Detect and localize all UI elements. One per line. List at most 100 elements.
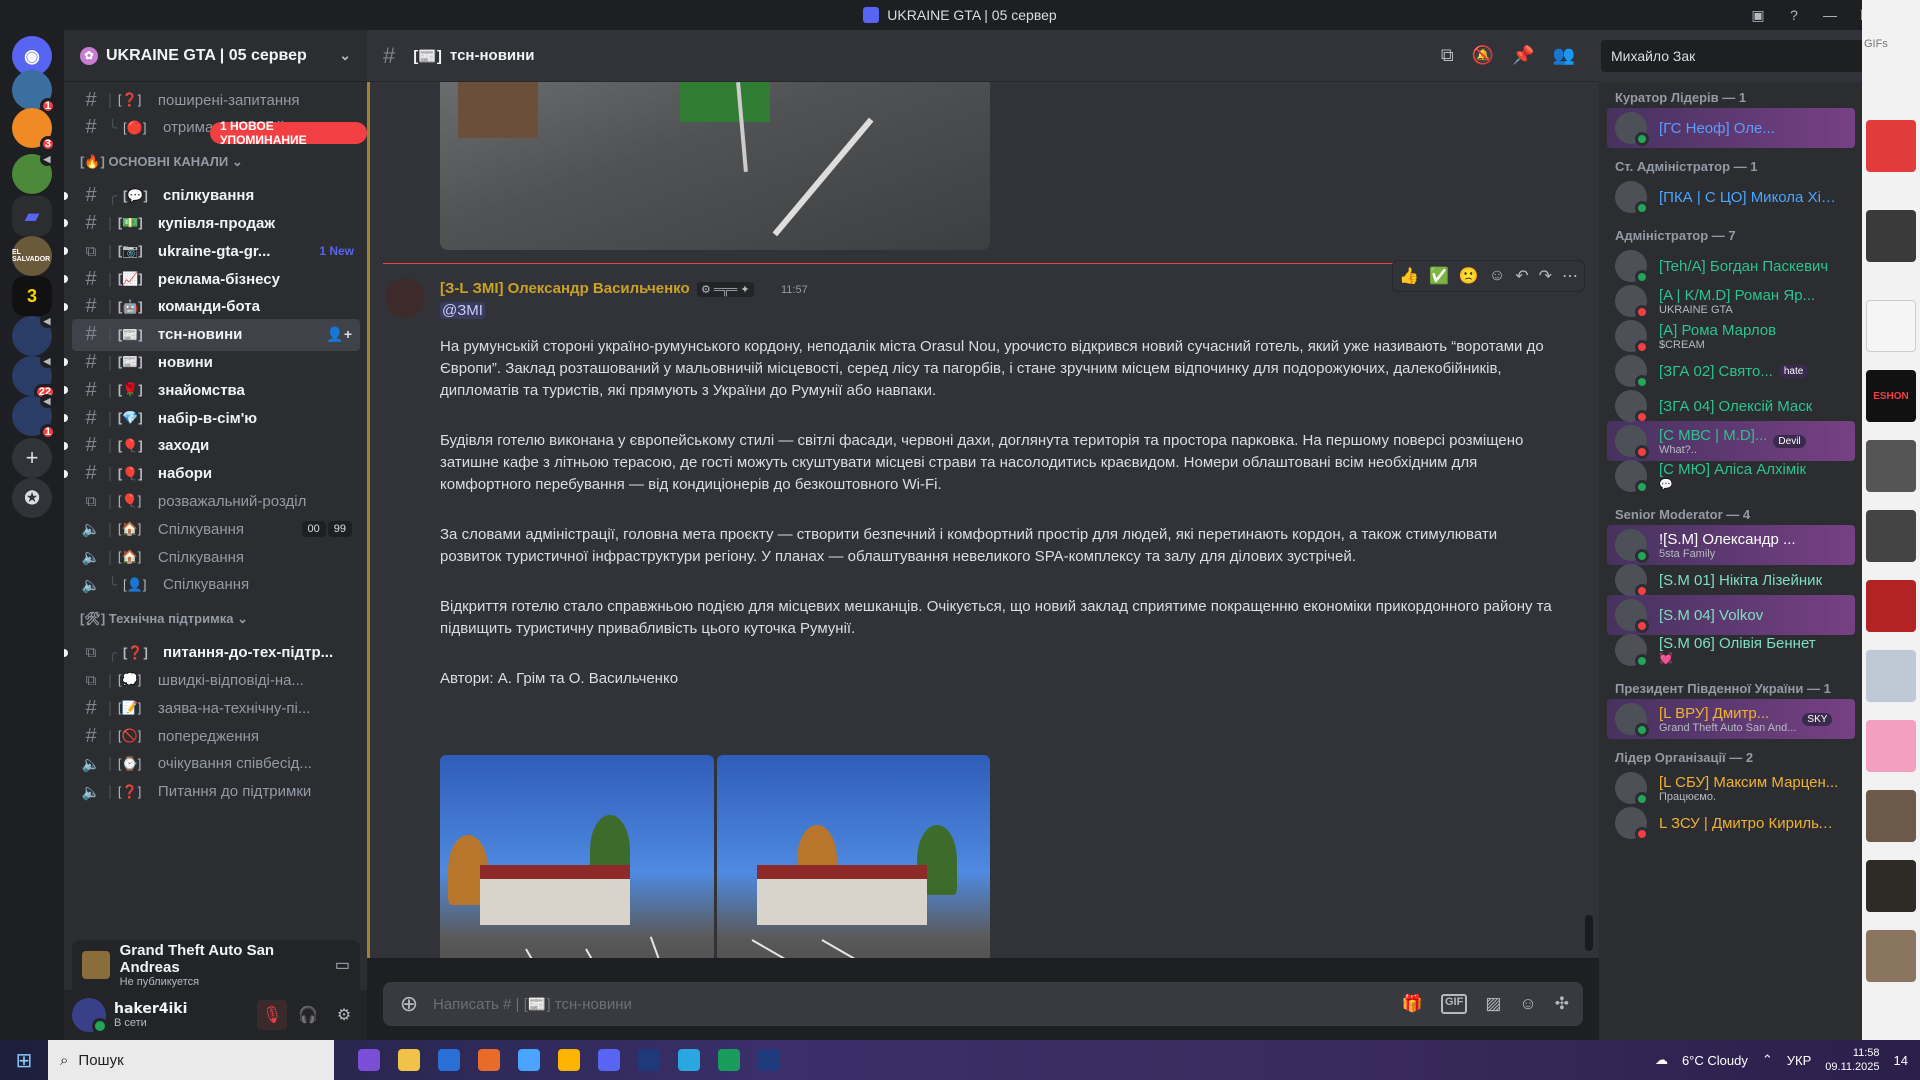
attachment-image-previous[interactable] [440, 82, 990, 250]
new-mention-pill[interactable]: 1 НОВОЕ УПОМИНАНИЕ [210, 119, 367, 147]
member-item[interactable]: [Teh/A] Богдан Паскевич [1607, 246, 1855, 286]
gift-icon[interactable]: 🎁 [1402, 994, 1423, 1014]
search-input[interactable]: Михайло Зак ✕ [1601, 40, 1901, 72]
message-author[interactable]: [З-L ЗМІ] Олександр Васильченко [440, 280, 690, 297]
threads-icon[interactable]: ⧉ [1441, 45, 1454, 66]
edge-icon[interactable] [718, 1049, 740, 1071]
gif-icon[interactable]: GIF [1440, 994, 1468, 1014]
server-icon-9[interactable]: ◀ 1 [12, 394, 56, 440]
sticker-icon[interactable]: ▨ [1485, 994, 1501, 1014]
app-icon[interactable] [758, 1049, 780, 1071]
more-icon[interactable]: ⋯ [1562, 266, 1578, 286]
add-user-icon[interactable]: 👤+ [326, 326, 352, 343]
chevron-up-icon[interactable]: ⌃ [1762, 1052, 1773, 1068]
reply-icon[interactable]: ↶ [1515, 266, 1528, 286]
member-item[interactable]: [A | K/M.D] Роман Яр... UKRAINE GTA [1607, 281, 1855, 321]
upload-plus-icon[interactable]: ⊕ [397, 991, 421, 1016]
message-composer[interactable]: ⊕ Написать # | [📰] тсн-новини 🎁 GIF ▨ ☺ … [383, 982, 1583, 1026]
gear-icon[interactable]: ⚙ [329, 1000, 359, 1030]
member-item[interactable]: [S.M 04] Volkov [1607, 595, 1855, 635]
gif-thumbnail[interactable] [1866, 790, 1916, 842]
apps-icon[interactable]: ✣ [1555, 994, 1569, 1014]
role-mention[interactable]: @ЗМІ [440, 302, 485, 319]
screen-share-icon[interactable]: ▣ [1740, 0, 1776, 30]
thumbs-up-reaction-icon[interactable]: 👍 [1399, 266, 1419, 286]
attachment-image-2[interactable] [717, 755, 990, 958]
pin-icon[interactable]: 📌 [1512, 45, 1534, 66]
member-item[interactable]: [L ВРУ] Дмитр... Grand Theft Auto San And… [1607, 699, 1855, 739]
channel-item[interactable]: # | [🎈] заходи [64, 430, 360, 462]
member-item[interactable]: [S.M 01] Нікіта Лізейник [1607, 560, 1855, 600]
add-server-button[interactable]: + [12, 438, 52, 478]
telegram-icon[interactable] [678, 1049, 700, 1071]
forward-icon[interactable]: ↷ [1539, 266, 1552, 286]
server-icon-3[interactable]: ◀ [12, 152, 54, 194]
member-item[interactable]: [ЗГА 04] Олексій Маск [1607, 386, 1855, 426]
emoji-icon[interactable]: ☺ [1519, 994, 1536, 1014]
server-icon-1[interactable]: 1 [12, 70, 56, 114]
member-item[interactable]: [A] Рома Марлов $CREAM [1607, 316, 1855, 356]
gif-thumbnail[interactable] [1866, 580, 1916, 632]
member-item[interactable]: [С МЮ] Аліса Алхімік 💬 [1607, 456, 1855, 496]
member-item[interactable]: [ПКА | С ЦО] Микола Хімік [1607, 177, 1855, 217]
sad-reaction-icon[interactable]: 🙁 [1459, 266, 1479, 286]
gif-thumbnail[interactable] [1866, 650, 1916, 702]
category-main[interactable]: [🔥] ОСНОВНІ КАНАЛИ ⌄ [80, 154, 243, 170]
mic-muted-icon[interactable]: 🎙 [257, 1000, 287, 1030]
guild-header[interactable]: ✿ UKRAINE GTA | 05 сервер ⌄ [64, 30, 367, 82]
explore-button[interactable]: ✪ [12, 478, 52, 518]
member-item[interactable]: [ГС Неоф] Оле... [1607, 108, 1855, 148]
app-icon[interactable] [438, 1049, 460, 1071]
channel-item[interactable]: # | [🤖] команди-бота [64, 291, 360, 323]
member-item[interactable]: [L СБУ] Максим Марцен... Працюємо. [1607, 768, 1855, 808]
server-icon-7[interactable]: ◀ [12, 314, 54, 356]
weather-text[interactable]: 6°C Cloudy [1682, 1053, 1748, 1068]
member-item[interactable]: [С МВС | M.D]... What?.. Devil [1607, 421, 1855, 461]
server-icon-el-salvador[interactable]: EL SALVADOR [12, 236, 52, 276]
browser-icon[interactable] [558, 1049, 580, 1071]
gif-thumbnail[interactable] [1866, 440, 1916, 492]
member-item[interactable]: L ЗСУ | Дмитро Кирильчук [1607, 803, 1855, 843]
gif-thumbnail[interactable] [1866, 720, 1916, 772]
discord-taskbar-icon[interactable] [598, 1049, 620, 1071]
member-item[interactable]: [S.M 06] Олівія Беннет 💓 [1607, 630, 1855, 670]
avatar[interactable] [72, 998, 108, 1034]
store-icon[interactable] [478, 1049, 500, 1071]
check-reaction-icon[interactable]: ✅ [1429, 266, 1449, 286]
username[interactable]: haker4iki [114, 1001, 187, 1017]
server-icon-8[interactable]: ◀ 22 [12, 354, 56, 400]
add-reaction-icon[interactable]: ☺ [1489, 267, 1505, 285]
notification-bell-off-icon[interactable]: 🔕 [1472, 45, 1494, 66]
windows-start-icon[interactable]: ⊞ [0, 1040, 48, 1080]
gif-thumbnail[interactable] [1866, 930, 1916, 982]
taskbar-search[interactable]: ⌕ Пошук [48, 1040, 334, 1080]
stream-icon[interactable]: ▭ [335, 955, 350, 975]
gif-thumbnail[interactable] [1866, 120, 1916, 172]
member-list-icon[interactable]: 👥 [1553, 45, 1575, 66]
help-icon[interactable]: ? [1776, 0, 1812, 30]
server-folder[interactable]: ▰ [12, 196, 52, 236]
channel-item[interactable]: 🔈 | [⌚] очікування співбесід... [72, 748, 360, 780]
gif-thumbnail[interactable]: ESHON [1866, 370, 1916, 422]
app-icon[interactable] [518, 1049, 540, 1071]
m365-app-icon[interactable] [358, 1049, 380, 1071]
chat-scrollbar[interactable] [1585, 915, 1593, 951]
gif-thumbnail[interactable] [1866, 860, 1916, 912]
server-icon-3-logo[interactable]: 3 [12, 276, 52, 316]
avatar[interactable] [385, 278, 425, 318]
clock[interactable]: 11:58 09.11.2025 [1825, 1046, 1879, 1074]
server-icon-2[interactable]: 3 [12, 108, 56, 152]
channel-item[interactable]: 🔈 | [❓] Питання до підтримки [72, 776, 360, 808]
member-item[interactable]: [ЗГА 02] Свято... hate [1607, 351, 1855, 391]
gif-thumbnail[interactable] [1866, 300, 1916, 352]
category-support[interactable]: [🛠] Технічна підтримка ⌄ [80, 611, 248, 627]
gif-thumbnail[interactable] [1866, 210, 1916, 262]
file-explorer-icon[interactable] [398, 1049, 420, 1071]
channel-item[interactable]: 🔈 ╰ [👤] Спілкування [72, 569, 360, 601]
app-icon[interactable] [638, 1049, 660, 1071]
gif-thumbnail[interactable] [1866, 510, 1916, 562]
headphones-icon[interactable]: 🎧 [293, 1000, 323, 1030]
member-item[interactable]: ![S.M] Олександр ... 5sta Family [1607, 525, 1855, 565]
notification-count[interactable]: 14 [1894, 1053, 1908, 1068]
minimize-button[interactable]: — [1812, 0, 1848, 30]
